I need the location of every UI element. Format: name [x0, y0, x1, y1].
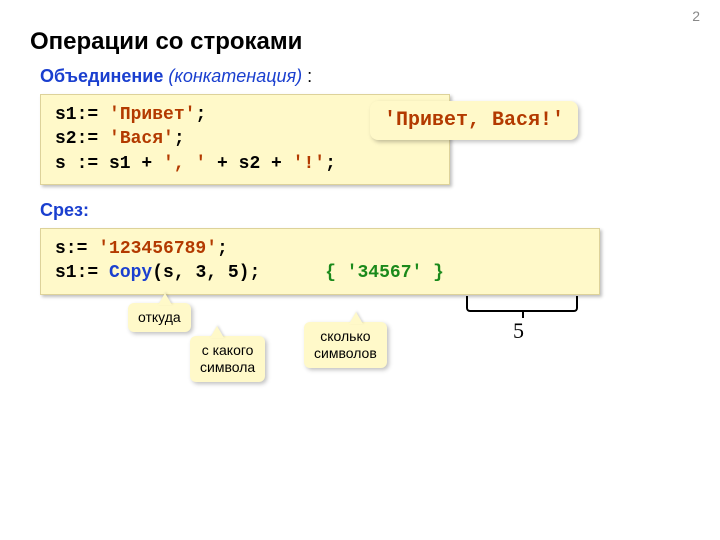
section-concat-heading: Объединение (конкатенация) :	[40, 66, 312, 87]
callout-from: откуда	[128, 303, 191, 332]
callout-tail-icon	[158, 293, 172, 305]
callout-count: сколько символов	[304, 322, 387, 368]
concat-result-bubble: 'Привет, Вася!'	[370, 101, 578, 140]
concat-italic: (конкатенация)	[168, 66, 302, 86]
concat-label: Объединение	[40, 66, 163, 86]
callout-start-char: с какого символа	[190, 336, 265, 382]
callout-tail-icon	[349, 312, 363, 324]
code-line: s1:= Copy(s, 3, 5); { '34567' }	[55, 263, 444, 283]
callout-text: с какого символа	[200, 342, 255, 375]
section-slice-heading: Срез:	[40, 200, 89, 221]
callout-tail-icon	[210, 326, 224, 338]
callout-text: сколько символов	[314, 328, 377, 361]
concat-colon: :	[302, 66, 312, 86]
code-line: s:= '123456789';	[55, 239, 228, 259]
code-line: s := s1 + ', ' + s2 + '!';	[55, 154, 336, 174]
page-title: Операции со строками	[30, 28, 302, 56]
code-line: s1:= s1:= 'Привет';'Привет';	[55, 105, 206, 125]
bracket-icon	[466, 296, 578, 312]
callout-text: откуда	[138, 309, 181, 325]
page-number: 2	[692, 8, 700, 24]
code-block-slice: s:= '123456789'; s1:= Copy(s, 3, 5); { '…	[40, 228, 600, 295]
bracket-value: 5	[513, 318, 524, 344]
code-line: s2:= 'Вася';	[55, 129, 185, 149]
